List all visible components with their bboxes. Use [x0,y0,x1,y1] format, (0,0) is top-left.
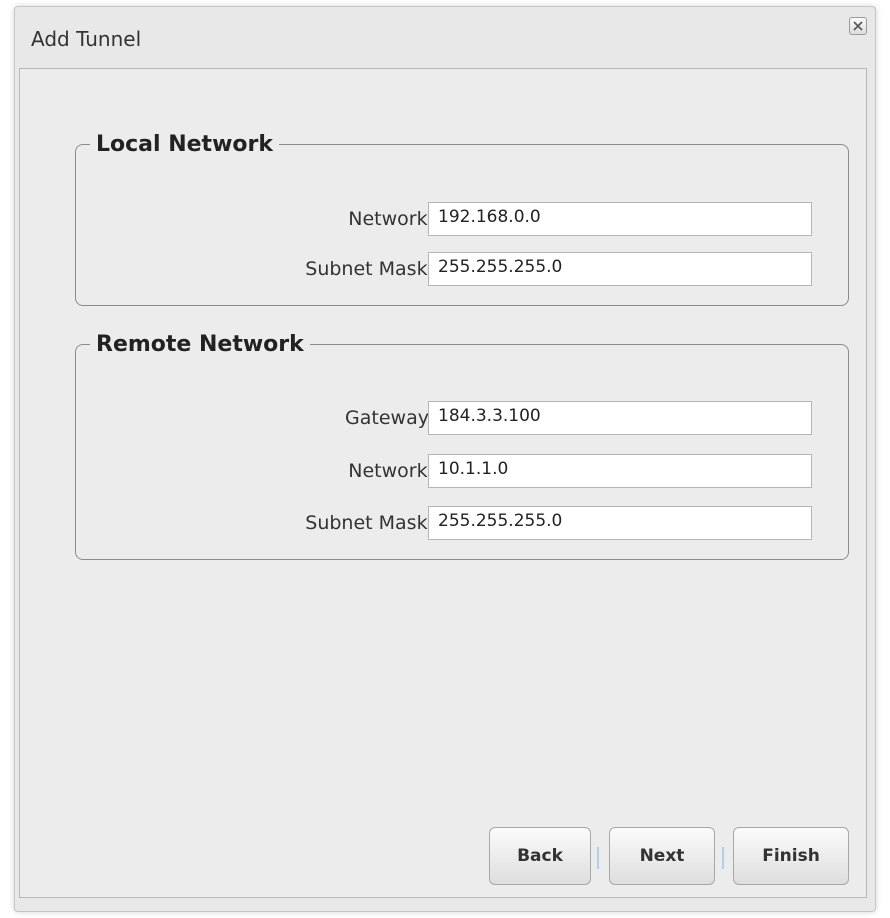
remote-network-label: Network: [348,460,434,482]
dialog-title: Add Tunnel [31,27,142,51]
local-subnet-mask-label: Subnet Mask: [305,258,434,280]
back-button[interactable]: Back [489,827,591,885]
dialog-titlebar: Add Tunnel [15,7,875,69]
next-button[interactable]: Next [609,827,715,885]
remote-subnet-mask-row: Subnet Mask: [76,506,848,540]
local-network-label: Network: [348,208,434,230]
button-separator [722,847,724,869]
add-tunnel-dialog: Add Tunnel Local Network Network: Subnet… [14,6,876,912]
button-separator [597,847,599,869]
local-network-input[interactable] [428,202,812,236]
close-button[interactable] [849,17,867,35]
remote-network-row: Network: [76,454,848,488]
local-subnet-mask-row: Subnet Mask: [76,252,848,286]
local-network-group: Local Network Network: Subnet Mask: [75,132,849,306]
remote-gateway-label: Gateway: [345,407,434,429]
remote-network-legend: Remote Network [96,332,304,357]
remote-network-group: Remote Network Gateway: Network: Subnet … [75,332,849,560]
remote-network-input[interactable] [428,454,812,488]
remote-subnet-mask-label: Subnet Mask: [305,512,434,534]
finish-button[interactable]: Finish [733,827,849,885]
remote-gateway-input[interactable] [428,401,812,435]
local-network-legend: Local Network [96,132,273,157]
local-network-row: Network: [76,202,848,236]
remote-gateway-row: Gateway: [76,401,848,435]
dialog-content: Local Network Network: Subnet Mask: Remo… [19,68,867,898]
remote-subnet-mask-input[interactable] [428,506,812,540]
close-icon [853,21,863,31]
local-subnet-mask-input[interactable] [428,252,812,286]
